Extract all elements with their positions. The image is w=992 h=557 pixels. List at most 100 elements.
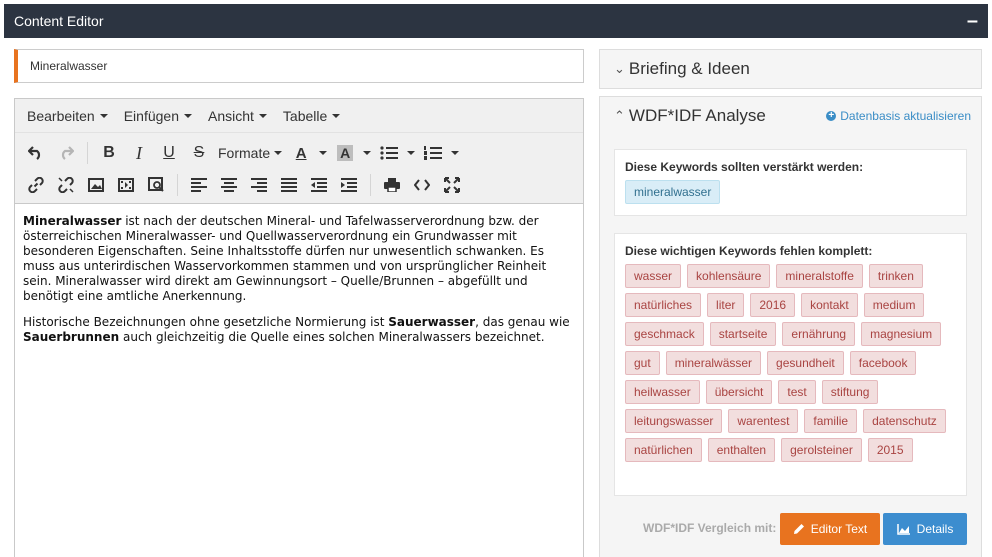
outdent-icon[interactable] xyxy=(304,171,334,199)
bullet-list-icon[interactable] xyxy=(374,139,404,167)
caret-down-icon xyxy=(258,113,267,118)
keyword-tag[interactable]: 2016 xyxy=(750,293,796,317)
keyword-tag[interactable]: natürliches xyxy=(625,293,702,317)
numbered-list-dropdown[interactable] xyxy=(448,139,462,167)
title-input[interactable]: Mineralwasser xyxy=(14,49,584,83)
toolbar-divider xyxy=(177,174,178,196)
compare-label: WDF*IDF Vergleich mit: xyxy=(643,521,777,535)
window-title: Content Editor xyxy=(14,13,104,29)
bullet-list-dropdown[interactable] xyxy=(404,139,418,167)
bold-icon[interactable]: B xyxy=(94,139,124,167)
briefing-header[interactable]: ⌄ Briefing & Ideen xyxy=(600,50,981,88)
keyword-tag[interactable]: gesundheit xyxy=(767,351,844,375)
toolbar-divider xyxy=(87,142,88,164)
keyword-tag[interactable]: mineralstoffe xyxy=(776,264,863,288)
area-chart-icon xyxy=(896,524,910,535)
keyword-tag[interactable]: kohlensäure xyxy=(687,264,771,288)
image-icon[interactable] xyxy=(81,171,111,199)
chevron-up-icon: ⌃ xyxy=(614,108,625,123)
analysis-title: WDF*IDF Analyse xyxy=(628,106,766,125)
details-button[interactable]: Details xyxy=(883,513,967,545)
keyword-tag[interactable]: übersicht xyxy=(705,380,773,404)
editor-toolbar: B I U S Formate A A xyxy=(15,133,583,204)
keyword-tag[interactable]: leitungswasser xyxy=(625,409,723,433)
caret-down-icon xyxy=(99,113,108,118)
keyword-tag[interactable]: gerolsteiner xyxy=(781,438,862,462)
source-code-icon[interactable] xyxy=(407,171,437,199)
plus-circle-icon: + xyxy=(826,111,837,121)
keyword-tag[interactable]: magnesium xyxy=(861,322,942,346)
refresh-data-link[interactable]: + Datenbasis aktualisieren xyxy=(826,109,971,123)
keyword-tag[interactable]: wasser xyxy=(625,264,682,288)
window-header: Content Editor – xyxy=(4,4,988,38)
keyword-tag[interactable]: mineralwasser xyxy=(625,180,721,204)
boost-keywords-title: Diese Keywords sollten verstärkt werden: xyxy=(625,160,864,174)
redo-icon[interactable] xyxy=(51,139,81,167)
formats-dropdown[interactable]: Formate xyxy=(214,139,286,167)
keyword-tag[interactable]: startseite xyxy=(709,322,777,346)
keyword-tag[interactable]: geschmack xyxy=(625,322,704,346)
caret-down-icon xyxy=(451,151,460,155)
indent-icon[interactable] xyxy=(334,171,364,199)
caret-down-icon xyxy=(274,151,283,155)
undo-icon[interactable] xyxy=(21,139,51,167)
preview-icon[interactable] xyxy=(141,171,171,199)
underline-icon[interactable]: U xyxy=(154,139,184,167)
text-color-dropdown[interactable] xyxy=(316,139,330,167)
numbered-list-icon[interactable] xyxy=(418,139,448,167)
keyword-tag[interactable]: heilwasser xyxy=(625,380,700,404)
strikethrough-icon[interactable]: S xyxy=(184,139,214,167)
align-right-icon[interactable] xyxy=(244,171,274,199)
menu-bearbeiten[interactable]: Bearbeiten xyxy=(19,108,116,124)
menu-ansicht[interactable]: Ansicht xyxy=(200,108,275,124)
keyword-tag[interactable]: warentest xyxy=(728,409,799,433)
keyword-tag[interactable]: 2015 xyxy=(867,438,913,462)
caret-down-icon xyxy=(319,151,328,155)
text-color-icon[interactable]: A xyxy=(286,139,316,167)
menu-einfuegen[interactable]: Einfügen xyxy=(116,108,200,124)
keyword-tag[interactable]: facebook xyxy=(849,351,917,375)
boost-keywords-list: mineralwasser xyxy=(625,180,956,204)
paragraph: Historische Bezeichnungen ohne gesetzlic… xyxy=(23,315,570,344)
briefing-title: Briefing & Ideen xyxy=(628,59,750,78)
media-icon[interactable] xyxy=(111,171,141,199)
caret-down-icon xyxy=(184,113,192,118)
align-left-icon[interactable] xyxy=(184,171,214,199)
keyword-tag[interactable]: trinken xyxy=(868,264,923,288)
italic-icon[interactable]: I xyxy=(124,139,154,167)
missing-keywords-list: wasser kohlensäure mineralstoffe trinken nat… xyxy=(625,264,956,462)
keyword-tag[interactable]: gut xyxy=(625,351,660,375)
background-color-dropdown[interactable] xyxy=(360,139,374,167)
fullscreen-icon[interactable] xyxy=(437,171,467,199)
rich-text-editor: Bearbeiten Einfügen Ansicht Tabelle B I … xyxy=(14,98,584,557)
keyword-tag[interactable]: test xyxy=(778,380,816,404)
background-color-icon[interactable]: A xyxy=(330,139,360,167)
keyword-tag[interactable]: natürlichen xyxy=(625,438,702,462)
editor-text-button[interactable]: Editor Text xyxy=(780,513,880,545)
keyword-tag[interactable]: datenschutz xyxy=(863,409,946,433)
keyword-tag[interactable]: familie xyxy=(804,409,858,433)
link-icon[interactable] xyxy=(21,171,51,199)
print-icon[interactable] xyxy=(377,171,407,199)
briefing-panel: ⌄ Briefing & Ideen xyxy=(599,49,982,89)
collapse-icon[interactable]: – xyxy=(967,11,978,31)
editor-menubar: Bearbeiten Einfügen Ansicht Tabelle xyxy=(15,99,583,133)
align-justify-icon[interactable] xyxy=(274,171,304,199)
align-center-icon[interactable] xyxy=(214,171,244,199)
menu-tabelle[interactable]: Tabelle xyxy=(275,108,348,124)
missing-keywords-title: Diese wichtigen Keywords fehlen komplett… xyxy=(625,244,873,258)
unlink-icon[interactable] xyxy=(51,171,81,199)
keyword-tag[interactable]: enthalten xyxy=(707,438,776,462)
keyword-tag[interactable]: kontakt xyxy=(801,293,858,317)
missing-keywords-box: Diese wichtigen Keywords fehlen komplett… xyxy=(614,233,967,496)
analysis-header[interactable]: ⌃ WDF*IDF Analyse + Datenbasis aktualisi… xyxy=(600,97,981,135)
toolbar-divider xyxy=(370,174,371,196)
keyword-tag[interactable]: liter xyxy=(707,293,745,317)
keyword-tag[interactable]: ernährung xyxy=(782,322,856,346)
caret-down-icon xyxy=(332,113,341,118)
caret-down-icon xyxy=(363,151,372,155)
keyword-tag[interactable]: medium xyxy=(863,293,925,317)
keyword-tag[interactable]: stiftung xyxy=(821,380,879,404)
editor-content[interactable]: Mineralwasser ist nach der deutschen Min… xyxy=(15,204,583,366)
keyword-tag[interactable]: mineralwässer xyxy=(665,351,762,375)
